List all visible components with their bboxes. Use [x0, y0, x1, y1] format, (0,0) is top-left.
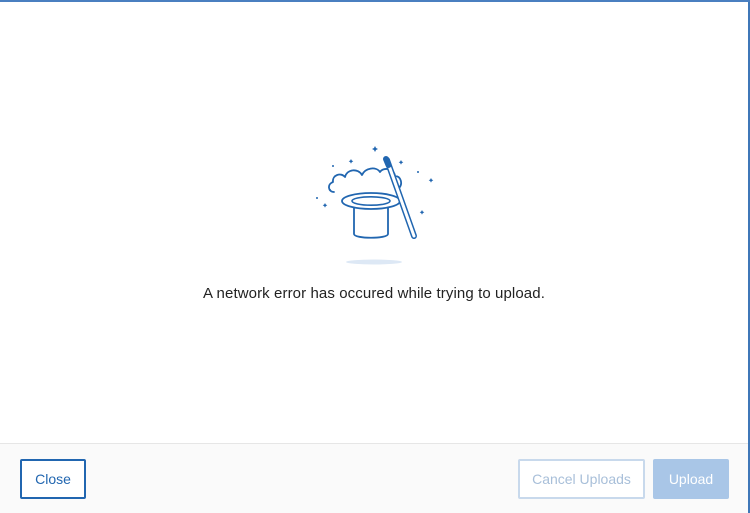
- magic-hat-icon: [310, 142, 440, 268]
- cancel-uploads-button[interactable]: Cancel Uploads: [518, 459, 645, 499]
- error-message: A network error has occured while trying…: [203, 285, 545, 302]
- upload-dialog: A network error has occured while trying…: [0, 0, 750, 513]
- dialog-footer: Close Cancel Uploads Upload: [0, 443, 748, 513]
- dialog-body: A network error has occured while trying…: [0, 2, 748, 443]
- close-button[interactable]: Close: [20, 459, 86, 499]
- upload-button[interactable]: Upload: [653, 459, 729, 499]
